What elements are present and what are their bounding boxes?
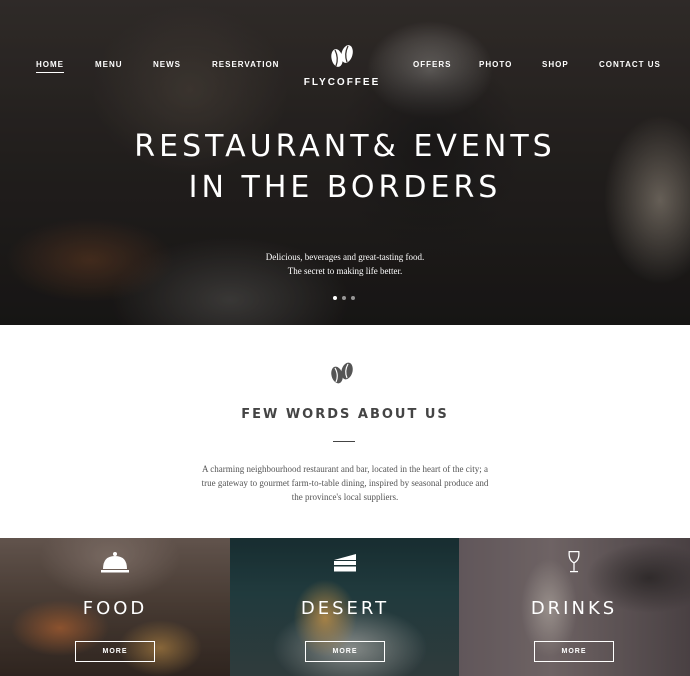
- slider-dot-3[interactable]: [351, 296, 355, 300]
- coffee-beans-icon: [331, 362, 353, 384]
- nav-shop[interactable]: SHOP: [542, 60, 569, 69]
- desert-more-button[interactable]: MORE: [305, 641, 385, 662]
- about-title: FEW WORDS ABOUT US: [241, 407, 449, 422]
- slider-dot-2[interactable]: [342, 296, 346, 300]
- hero-title-line-2: IN THE BORDERS: [188, 170, 502, 205]
- nav-menu[interactable]: MENU: [95, 60, 123, 69]
- hero-subtitle-line-2: The secret to making life better.: [287, 266, 403, 276]
- slider-dot-1[interactable]: [333, 296, 337, 300]
- food-more-button[interactable]: MORE: [75, 641, 155, 662]
- hero-title: RESTAURANT& EVENTS IN THE BORDERS: [0, 126, 690, 208]
- wine-glass-icon: [568, 550, 580, 573]
- nav-home[interactable]: HOME: [36, 60, 64, 73]
- about-text-line-3: the province's local suppliers.: [291, 492, 399, 502]
- cloche-icon: [101, 552, 129, 573]
- nav-contact-us[interactable]: CONTACT US: [599, 60, 661, 69]
- hero-subtitle: Delicious, beverages and great-tasting f…: [0, 250, 690, 278]
- nav-news[interactable]: NEWS: [153, 60, 181, 69]
- desert-card: DESERT MORE: [230, 538, 460, 676]
- drinks-card-title: DRINKS: [530, 598, 618, 619]
- hero-title-line-1: RESTAURANT& EVENTS: [134, 129, 556, 164]
- about-divider: [333, 441, 355, 442]
- nav-reservation[interactable]: RESERVATION: [212, 60, 279, 69]
- drinks-more-button[interactable]: MORE: [534, 641, 614, 662]
- about-text-line-2: true gateway to gourmet farm-to-table di…: [201, 478, 489, 488]
- food-card: FOOD MORE: [0, 538, 230, 676]
- hero-banner: HOME MENU NEWS RESERVATION OFFERS PHOTO …: [0, 0, 690, 325]
- nav-photo[interactable]: PHOTO: [479, 60, 512, 69]
- logo-text: FLYCOFFEE: [303, 77, 381, 88]
- desert-card-title: DESERT: [300, 598, 390, 619]
- nav-offers[interactable]: OFFERS: [413, 60, 451, 69]
- about-text: A charming neighbourhood restaurant and …: [190, 462, 500, 504]
- drinks-card: DRINKS MORE: [459, 538, 690, 676]
- cake-slice-icon: [334, 554, 356, 572]
- about-text-line-1: A charming neighbourhood restaurant and …: [201, 464, 489, 474]
- slider-dots: [333, 296, 357, 301]
- food-card-title: FOOD: [82, 598, 148, 619]
- hero-subtitle-line-1: Delicious, beverages and great-tasting f…: [265, 252, 425, 262]
- site-logo[interactable]: FLYCOFFEE: [300, 42, 384, 90]
- coffee-beans-icon: [331, 45, 353, 67]
